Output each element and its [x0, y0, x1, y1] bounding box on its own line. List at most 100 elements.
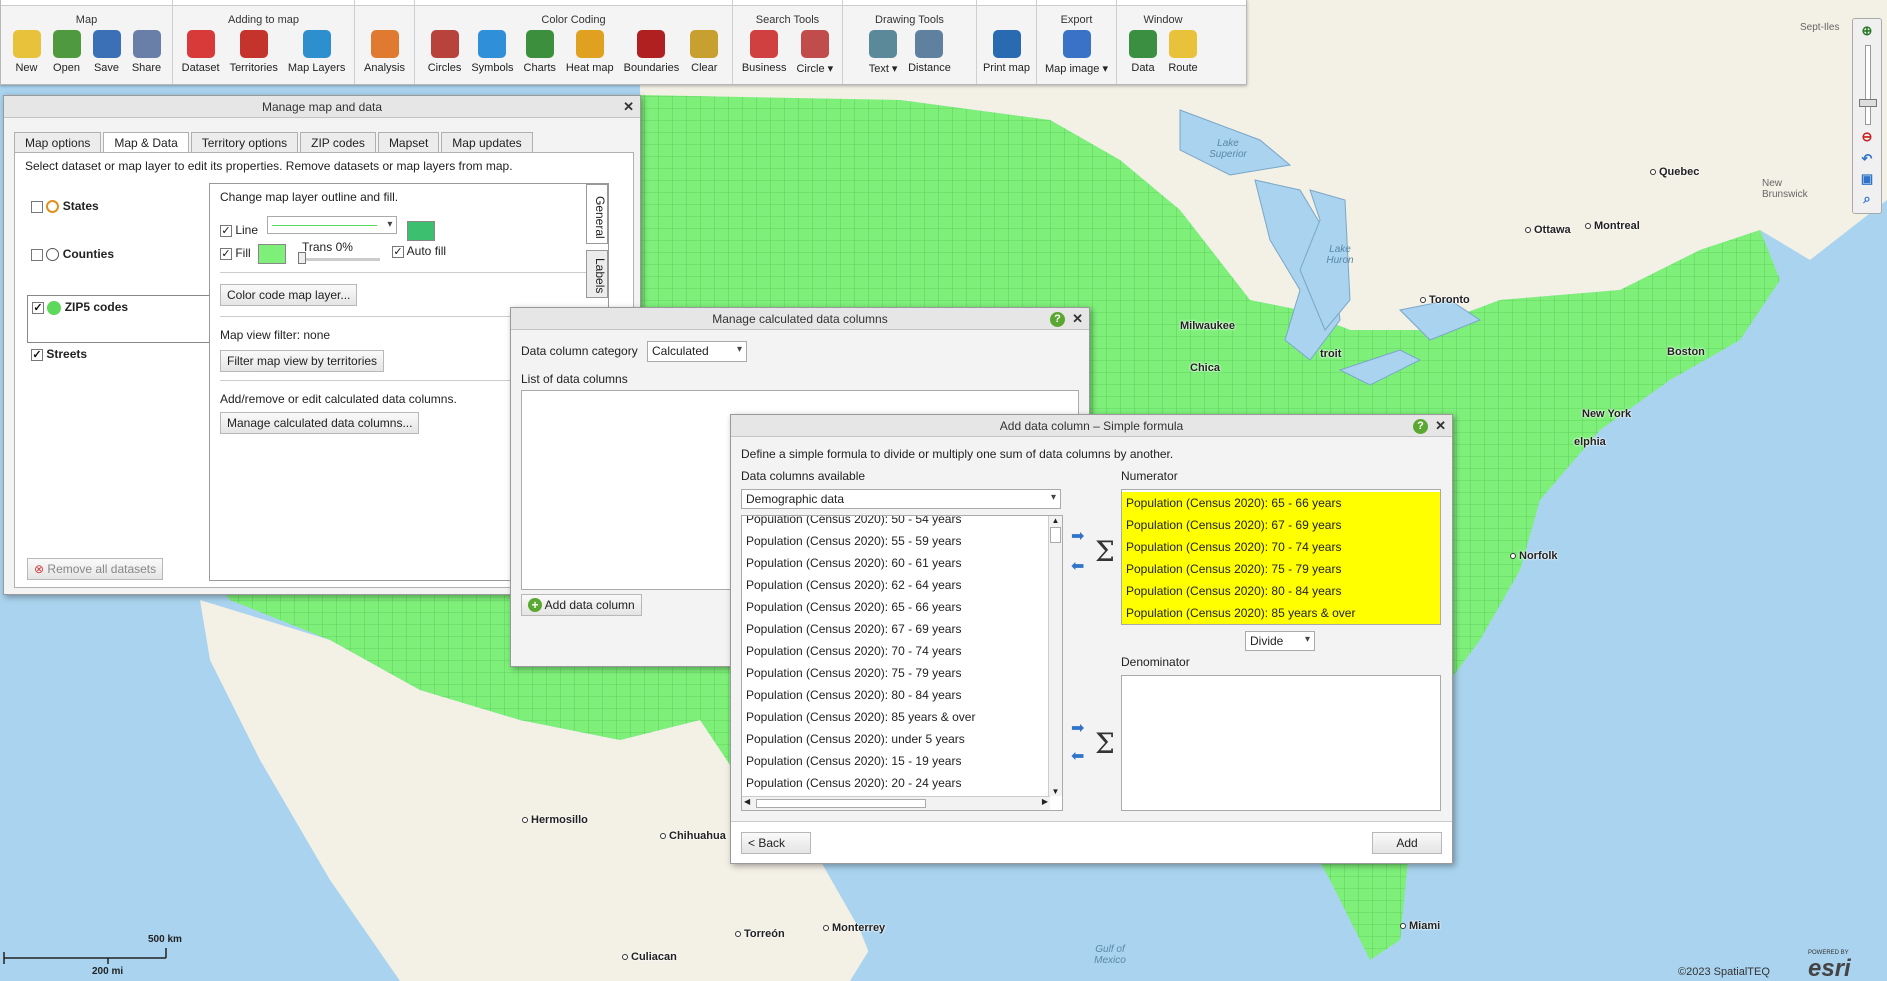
- list-item[interactable]: Population (Census 2020): 60 - 61 years: [742, 552, 1062, 574]
- filter-map-view-button[interactable]: Filter map view by territories: [220, 350, 385, 372]
- tab-zip-codes[interactable]: ZIP codes: [300, 132, 376, 153]
- list-item[interactable]: Population (Census 2020): 85 years & ove…: [1122, 602, 1440, 624]
- h-scroll-thumb[interactable]: [756, 799, 926, 808]
- scroll-left-icon[interactable]: ◀: [744, 797, 750, 806]
- toolbar-button-boundaries[interactable]: Boundaries: [619, 30, 685, 74]
- list-item[interactable]: Population (Census 2020): 75 - 79 years: [742, 662, 1062, 684]
- zoom-out-icon[interactable]: ⊖: [1858, 129, 1876, 145]
- back-button[interactable]: < Back: [741, 832, 811, 854]
- list-item[interactable]: Population (Census 2020): 20 - 24 years: [742, 772, 1062, 794]
- toolbar-button-open[interactable]: Open: [47, 30, 87, 74]
- scroll-right-icon[interactable]: ▶: [1042, 797, 1048, 806]
- scroll-down-icon[interactable]: ▼: [1049, 787, 1062, 796]
- zoom-slider[interactable]: [1865, 45, 1871, 125]
- magnifier-icon[interactable]: ⌕: [1858, 191, 1876, 207]
- operation-select[interactable]: Divide: [1245, 631, 1315, 651]
- list-item[interactable]: Population (Census 2020): 70 - 74 years: [742, 640, 1062, 662]
- toolbar-button-print-map[interactable]: Print map: [979, 30, 1034, 74]
- fill-checkbox[interactable]: [220, 248, 232, 260]
- layer-checkbox[interactable]: [32, 301, 44, 314]
- manage-calc-columns-button[interactable]: Manage calculated data columns...: [220, 412, 420, 434]
- layer-item-zip5[interactable]: ZIP5 codes: [27, 295, 211, 343]
- scroll-up-icon[interactable]: ▲: [1049, 516, 1062, 525]
- zoom-in-icon[interactable]: ⊕: [1858, 23, 1876, 39]
- transparency-slider[interactable]: [298, 258, 380, 261]
- scroll-thumb[interactable]: [1050, 527, 1061, 543]
- help-icon[interactable]: ?: [1050, 312, 1065, 327]
- toolbar-button-share[interactable]: Share: [127, 30, 167, 74]
- category-select[interactable]: Calculated: [647, 341, 747, 362]
- add-button[interactable]: Add: [1372, 832, 1442, 854]
- list-item[interactable]: Population (Census 2020): 80 - 84 years: [1122, 580, 1440, 602]
- list-item[interactable]: Population (Census 2020): 65 - 66 years: [1122, 492, 1440, 514]
- toolbar-button-symbols[interactable]: Symbols: [466, 30, 518, 74]
- pan-back-icon[interactable]: ↶: [1858, 151, 1876, 167]
- add-to-denominator-arrow-icon[interactable]: ➡: [1071, 721, 1089, 737]
- toolbar-button-map-image[interactable]: Map image ▾: [1040, 30, 1113, 75]
- layer-item-counties[interactable]: Counties: [31, 247, 211, 295]
- map-zoom-control[interactable]: ⊕ ⊖ ↶ ▣ ⌕: [1852, 18, 1882, 214]
- toolbar-button-save[interactable]: Save: [87, 30, 127, 74]
- zoom-window-icon[interactable]: ▣: [1858, 171, 1876, 187]
- layer-checkbox[interactable]: [31, 200, 43, 213]
- toolbar-button-business[interactable]: Business: [737, 30, 792, 75]
- toolbar-button-new[interactable]: New: [7, 30, 47, 74]
- list-item[interactable]: Population (Census 2020): 65 - 66 years: [742, 596, 1062, 618]
- remove-from-denominator-arrow-icon[interactable]: ⬅: [1071, 749, 1089, 765]
- list-item[interactable]: Population (Census 2020): 15 - 19 years: [742, 750, 1062, 772]
- add-data-column-button[interactable]: + Add data column: [521, 594, 642, 616]
- toolbar-button-route[interactable]: Route: [1163, 30, 1203, 74]
- toolbar-button-data[interactable]: Data: [1123, 30, 1163, 74]
- toolbar-button-text[interactable]: Text ▾: [863, 30, 903, 75]
- remove-from-numerator-arrow-icon[interactable]: ⬅: [1071, 559, 1089, 575]
- list-item[interactable]: Population (Census 2020): 50 - 54 years: [742, 516, 1062, 530]
- toolbar-button-circles[interactable]: Circles: [423, 30, 467, 74]
- numerator-list[interactable]: Population (Census 2020): 65 - 66 years P…: [1121, 489, 1441, 625]
- toolbar-button-territories[interactable]: Territories: [225, 30, 283, 74]
- close-icon[interactable]: ✕: [623, 96, 634, 118]
- toolbar-button-analysis[interactable]: Analysis: [359, 30, 410, 74]
- available-category-select[interactable]: Demographic data: [741, 489, 1061, 509]
- vertical-scrollbar[interactable]: ▲ ▼: [1048, 516, 1062, 796]
- tab-map-and-data[interactable]: Map & Data: [103, 132, 189, 153]
- layer-item-states[interactable]: States: [31, 199, 211, 247]
- layer-item-streets[interactable]: Streets: [31, 343, 211, 373]
- list-item[interactable]: Population (Census 2020): 70 - 74 years: [1122, 536, 1440, 558]
- line-checkbox[interactable]: [220, 224, 232, 237]
- tab-map-updates[interactable]: Map updates: [441, 132, 533, 153]
- denominator-list[interactable]: [1121, 675, 1441, 811]
- layer-checkbox[interactable]: [31, 348, 43, 361]
- toolbar-button-dataset[interactable]: Dataset: [177, 30, 225, 74]
- zoom-slider-thumb[interactable]: [1859, 99, 1877, 107]
- transparency-slider-thumb[interactable]: [298, 252, 306, 264]
- tab-territory-options[interactable]: Territory options: [190, 132, 299, 153]
- layer-checkbox[interactable]: [31, 248, 43, 261]
- tab-general[interactable]: General: [586, 184, 608, 244]
- tab-map-options[interactable]: Map options: [14, 132, 102, 153]
- color-code-map-layer-button[interactable]: Color code map layer...: [220, 284, 358, 306]
- toolbar-button-distance[interactable]: Distance: [903, 30, 956, 75]
- toolbar-button-charts[interactable]: Charts: [519, 30, 561, 74]
- toolbar-button-map-layers[interactable]: Map Layers: [283, 30, 350, 74]
- list-item[interactable]: Population (Census 2020): under 5 years: [742, 728, 1062, 750]
- tab-mapset[interactable]: Mapset: [377, 132, 440, 153]
- list-item[interactable]: Population (Census 2020): 67 - 69 years: [742, 618, 1062, 640]
- toolbar-button-circle[interactable]: Circle ▾: [791, 30, 838, 75]
- list-item[interactable]: Population (Census 2020): 67 - 69 years: [1122, 514, 1440, 536]
- list-item[interactable]: Population (Census 2020): 85 years & ove…: [742, 706, 1062, 728]
- toolbar-button-clear[interactable]: Clear: [684, 30, 724, 74]
- list-item[interactable]: Population (Census 2020): 75 - 79 years: [1122, 558, 1440, 580]
- available-columns-list[interactable]: Population (Census 2020): 50 - 54 years P…: [741, 515, 1063, 811]
- help-icon[interactable]: ?: [1413, 419, 1428, 434]
- add-to-numerator-arrow-icon[interactable]: ➡: [1071, 529, 1089, 545]
- toolbar-button-heat-map[interactable]: Heat map: [561, 30, 619, 74]
- close-icon[interactable]: ✕: [1435, 415, 1446, 437]
- horizontal-scrollbar[interactable]: ◀ ▶: [742, 796, 1050, 810]
- close-icon[interactable]: ✕: [1072, 308, 1083, 330]
- fill-color-swatch[interactable]: [258, 244, 287, 264]
- list-item[interactable]: Population (Census 2020): 55 - 59 years: [742, 530, 1062, 552]
- tab-labels[interactable]: Labels: [586, 250, 608, 298]
- line-color-swatch[interactable]: [406, 220, 435, 241]
- line-style-select[interactable]: [267, 216, 398, 234]
- list-item[interactable]: Population (Census 2020): 80 - 84 years: [742, 684, 1062, 706]
